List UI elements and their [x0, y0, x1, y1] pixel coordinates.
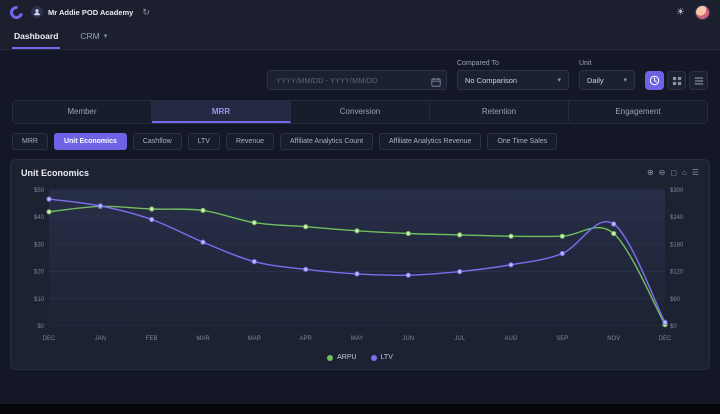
list-icon [694, 77, 703, 84]
view-switch [645, 71, 708, 90]
time-view-button[interactable] [645, 71, 664, 90]
svg-text:$0: $0 [37, 324, 44, 330]
subtab-cashflow[interactable]: Cashflow [132, 133, 182, 150]
compared-to-group: Compared To No Comparison ▾ [457, 60, 569, 90]
svg-text:MAY: MAY [351, 336, 364, 342]
svg-text:JAN: JAN [95, 336, 106, 342]
subtab-one-time-sales[interactable]: One Time Sales [487, 133, 558, 150]
arpu-dot-icon [327, 354, 334, 361]
workspace-selector[interactable]: Mr Addie POD Academy [31, 6, 133, 18]
metric-tabs: Member MRR Conversion Retention Engageme… [12, 100, 708, 124]
svg-text:MAR: MAR [196, 336, 210, 342]
svg-text:$10: $10 [34, 297, 45, 303]
footer-bar [0, 404, 720, 414]
svg-text:$0: $0 [670, 324, 677, 330]
tab-member[interactable]: Member [13, 101, 152, 123]
primary-nav: Dashboard CRM ▾ [0, 24, 720, 50]
subtab-mrr[interactable]: MRR [12, 133, 48, 150]
svg-text:SEP: SEP [556, 336, 568, 342]
subtab-affiliate-analytics-count[interactable]: Affiliate Analytics Count [280, 133, 374, 150]
subtab-revenue[interactable]: Revenue [225, 133, 275, 150]
unit-select[interactable]: Daily ▾ [579, 70, 635, 90]
svg-text:$240: $240 [670, 215, 684, 221]
line-chart[interactable]: $0 $10 $20 $30 $40 $50 $0 $60 $120 $180 $240 $300 DE… [19, 184, 699, 344]
app-logo-icon [7, 2, 26, 22]
chart-legend: ARPU LTV [19, 349, 701, 363]
ltv-dot-icon [370, 354, 377, 361]
selection-icon[interactable]: ◻ [670, 169, 677, 177]
nav-tab-dashboard[interactable]: Dashboard [12, 24, 61, 49]
svg-text:$300: $300 [670, 188, 684, 194]
workspace-name: Mr Addie POD Academy [48, 7, 134, 17]
svg-text:$180: $180 [670, 242, 684, 248]
calendar-icon [431, 74, 441, 92]
refresh-icon[interactable]: ↻ [141, 7, 151, 18]
unit-group: Unit Daily ▾ [579, 60, 635, 90]
chart-card: Unit Economics ⊕ ⊖ ◻ ⌂ ☰ $0 $10 $20 $30 $40 $… [10, 159, 710, 370]
svg-text:DEC: DEC [659, 336, 672, 342]
svg-text:$50: $50 [34, 188, 45, 194]
clock-icon [649, 75, 660, 86]
svg-text:DEC: DEC [43, 336, 56, 342]
filter-row: Compared To No Comparison ▾ Unit Daily ▾ [0, 50, 720, 98]
unit-label: Unit [579, 60, 592, 67]
svg-text:$60: $60 [670, 297, 681, 303]
grid-icon [672, 76, 681, 85]
chart-title: Unit Economics [21, 168, 90, 178]
svg-text:$120: $120 [670, 270, 684, 276]
chevron-down-icon: ▾ [623, 77, 627, 84]
sub-metric-tabs: MRR Unit Economics Cashflow LTV Revenue … [12, 133, 708, 150]
tab-engagement[interactable]: Engagement [569, 101, 707, 123]
svg-text:$30: $30 [34, 242, 45, 248]
svg-text:FEB: FEB [146, 336, 158, 342]
tab-retention[interactable]: Retention [430, 101, 569, 123]
date-range-wrap [267, 70, 447, 92]
user-avatar[interactable] [695, 4, 710, 20]
subtab-affiliate-analytics-revenue[interactable]: Affiliate Analytics Revenue [379, 133, 482, 150]
nav-tab-crm[interactable]: CRM ▾ [78, 24, 109, 49]
grid-view-button[interactable] [667, 71, 686, 90]
subtab-unit-economics[interactable]: Unit Economics [53, 133, 127, 150]
topbar: Mr Addie POD Academy ↻ ☀ [0, 0, 720, 24]
theme-toggle-icon[interactable]: ☀ [676, 7, 685, 18]
tab-mrr[interactable]: MRR [152, 101, 291, 123]
svg-text:$40: $40 [34, 215, 45, 221]
home-icon[interactable]: ⌂ [682, 169, 687, 177]
chevron-down-icon: ▾ [103, 32, 108, 40]
tab-conversion[interactable]: Conversion [291, 101, 430, 123]
svg-text:NOV: NOV [607, 336, 620, 342]
menu-icon[interactable]: ☰ [692, 169, 699, 177]
date-range-input[interactable] [267, 70, 447, 90]
legend-arpu[interactable]: ARPU [327, 354, 357, 361]
svg-text:MAR: MAR [248, 336, 262, 342]
zoom-in-icon[interactable]: ⊕ [647, 169, 654, 177]
chart-toolbar: ⊕ ⊖ ◻ ⌂ ☰ [647, 169, 699, 177]
svg-text:AUG: AUG [504, 336, 517, 342]
subtab-ltv[interactable]: LTV [187, 133, 220, 150]
chevron-down-icon: ▾ [557, 77, 561, 84]
svg-text:JUL: JUL [454, 336, 465, 342]
svg-text:JUN: JUN [402, 336, 414, 342]
compared-to-label: Compared To [457, 60, 499, 67]
svg-text:APR: APR [300, 336, 313, 342]
workspace-avatar [31, 6, 43, 18]
svg-text:$20: $20 [34, 270, 45, 276]
zoom-out-icon[interactable]: ⊖ [659, 169, 666, 177]
chart-plot[interactable]: $0 $10 $20 $30 $40 $50 $0 $60 $120 $180 $240 $300 DE… [19, 184, 701, 349]
list-view-button[interactable] [689, 71, 708, 90]
compared-to-select[interactable]: No Comparison ▾ [457, 70, 569, 90]
legend-ltv[interactable]: LTV [370, 354, 393, 361]
